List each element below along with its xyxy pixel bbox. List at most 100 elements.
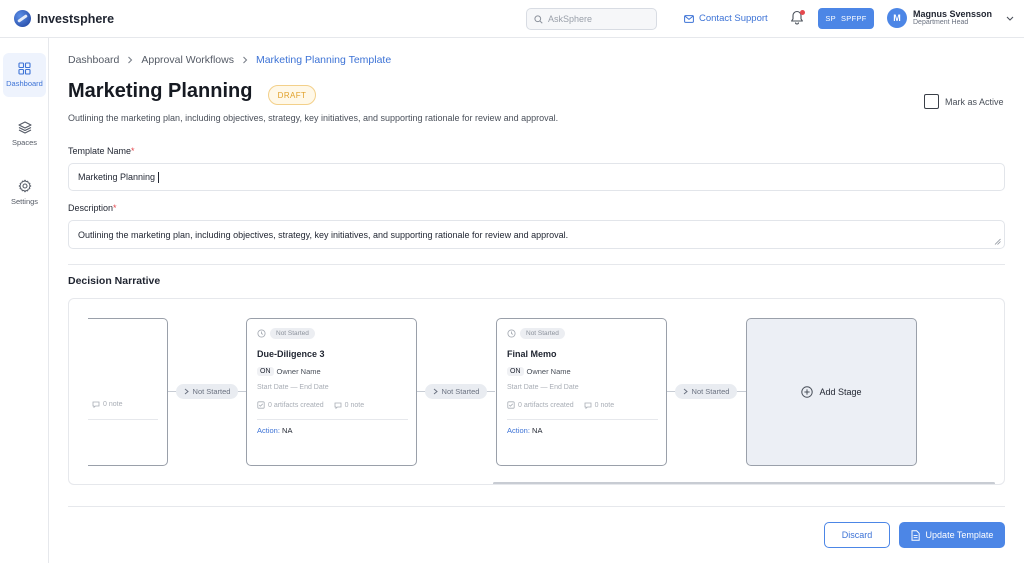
sidebar-item-settings[interactable]: Settings [3,170,46,214]
sidebar-item-label: Settings [10,196,39,206]
stage-card[interactable]: 0 note [88,318,168,466]
connector-status: Not Started [425,384,487,399]
stage-owner: ON Owner Name [507,367,571,376]
workspace-switcher-button[interactable]: SP SPFPF [818,8,874,29]
sidebar-item-spaces[interactable]: Spaces [3,112,46,156]
sidebar: Dashboard Spaces Settings [0,38,49,563]
search-input[interactable] [548,14,648,24]
workspace-code: SPFPF [840,14,867,23]
stage-action: Action: NA [257,426,292,435]
stage-status-pill: Not Started [520,328,565,339]
template-name-input[interactable]: Marketing Planning [68,163,1005,191]
status-badge: DRAFT [268,85,316,105]
mark-as-active-toggle[interactable]: Mark as Active [924,94,1004,109]
text-caret [158,171,160,183]
plus-circle-icon [801,386,814,398]
avatar: M [887,8,907,28]
comment-icon [584,402,592,409]
search-icon [534,14,543,24]
stage-dates: Start Date — End Date [257,384,329,391]
horizontal-scrollbar[interactable] [493,482,995,484]
notes-count: 0 note [92,401,122,408]
stage-status: Not Started [257,328,315,339]
stage-dates: Start Date — End Date [507,384,579,391]
update-template-button[interactable]: Update Template [899,522,1005,548]
layers-icon [17,121,32,134]
stage-meta: 0 artifacts created 0 note [257,401,364,409]
footer-divider [68,506,1005,507]
connector-status: Not Started [176,384,238,399]
sidebar-item-label: Dashboard [6,79,43,88]
stage-owner: ON Owner Name [257,367,321,376]
decision-narrative-title: Decision Narrative [68,275,161,287]
stage-meta: 0 note [92,401,122,408]
notifications-button[interactable] [790,10,806,26]
required-mark: * [131,146,135,156]
owner-name: Owner Name [526,367,571,376]
connector-status-label: Not Started [691,387,730,396]
user-role: Department Head [913,19,969,27]
template-name-value: Marketing Planning [78,172,156,182]
clock-icon [507,329,516,338]
connector-status: Not Started [675,384,737,399]
chevron-right-icon [433,388,438,395]
stage-card[interactable]: Not Started Due-Diligence 3 ON Owner Nam… [246,318,417,466]
mark-as-active-label: Mark as Active [945,96,1004,107]
brand-name: Investsphere [37,11,115,26]
grid-icon [18,62,31,75]
artifacts-count: 0 artifacts created [257,401,324,409]
artifacts-count: 0 artifacts created [507,401,574,409]
stage-divider [88,419,158,420]
template-name-label-text: Template Name [68,146,132,156]
breadcrumb-dashboard[interactable]: Dashboard [68,54,119,66]
connector-status-label: Not Started [441,387,480,396]
description-label-text: Description [68,203,114,213]
chevron-down-icon [1006,16,1014,21]
action-label: Action: [507,426,530,435]
connector-status-label: Not Started [192,387,231,396]
clock-icon [257,329,266,338]
stage-card[interactable]: Not Started Final Memo ON Owner Name Sta… [496,318,667,466]
discard-button[interactable]: Discard [824,522,890,548]
action-value: NA [282,426,293,435]
notification-badge [800,10,805,15]
comment-icon [92,401,100,408]
user-name: Magnus Svensson [913,8,993,19]
stage-divider [257,419,408,420]
decision-narrative-flow[interactable]: 0 note Not Started Not Started Due-Dilig… [68,298,1005,485]
checklist-icon [257,401,265,409]
stage-name: Final Memo [507,349,557,359]
comment-icon [334,402,342,409]
description-textarea[interactable]: Outlining the marketing plan, including … [68,220,1005,249]
document-icon [911,529,920,541]
brand[interactable]: Investsphere [14,10,114,27]
add-stage-button[interactable]: Add Stage [746,318,917,466]
notes-count-text: 0 note [594,401,615,409]
template-name-label: Template Name* [68,146,135,156]
stage-divider [507,419,658,420]
chevron-right-icon [683,388,688,395]
workspace-initials: SP [825,14,836,23]
resize-handle-icon[interactable] [994,238,1001,245]
action-value: NA [532,426,543,435]
user-menu[interactable]: M Magnus Svensson Department Head [887,8,1014,28]
chevron-right-icon [184,388,189,395]
stage-action: Action: NA [507,426,542,435]
search-box[interactable] [526,8,657,30]
sidebar-item-dashboard[interactable]: Dashboard [3,53,46,97]
section-divider [68,264,1005,265]
chevron-right-icon [128,56,133,64]
contact-support-label: Contact Support [699,13,768,24]
mail-icon [684,14,694,23]
checklist-icon [507,401,515,409]
chevron-right-icon [243,56,248,64]
mark-as-active-checkbox[interactable] [924,94,939,109]
notes-count: 0 note [584,402,614,409]
add-stage-label: Add Stage [819,387,862,397]
stage-name: Due-Diligence 3 [257,349,325,359]
owner-name: Owner Name [276,367,321,376]
breadcrumb-approval-workflows[interactable]: Approval Workflows [141,54,234,66]
notes-count: 0 note [334,402,364,409]
contact-support-link[interactable]: Contact Support [684,13,768,24]
top-bar: Investsphere Contact Support SP SPFPF M … [0,0,1024,38]
